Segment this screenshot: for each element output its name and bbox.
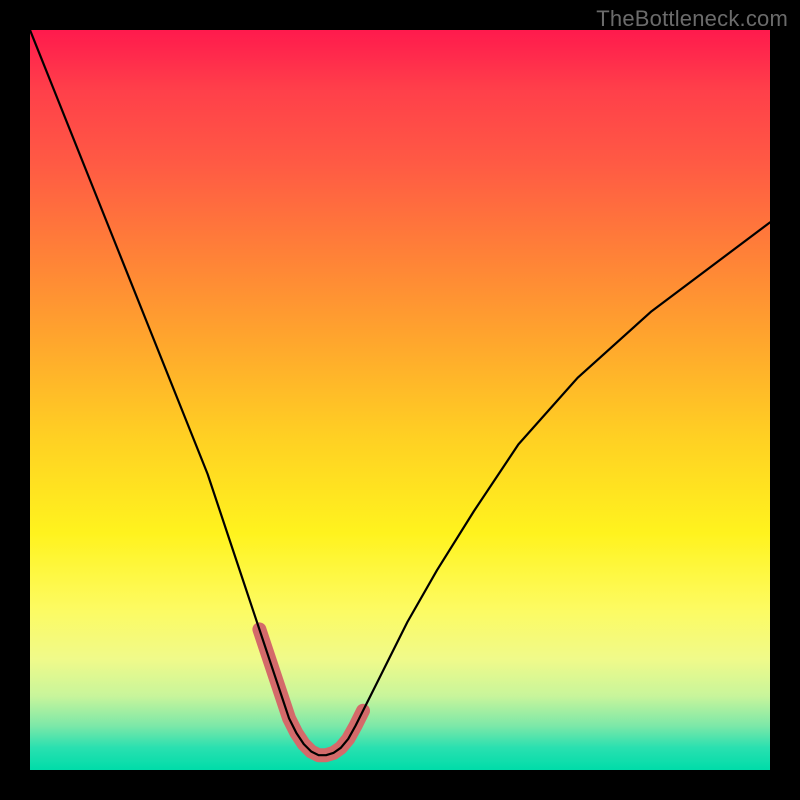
watermark-text: TheBottleneck.com [596, 6, 788, 32]
chart-area [30, 30, 770, 770]
highlight-series [259, 629, 363, 755]
bottleneck-plot [30, 30, 770, 770]
curve-series [30, 30, 770, 755]
